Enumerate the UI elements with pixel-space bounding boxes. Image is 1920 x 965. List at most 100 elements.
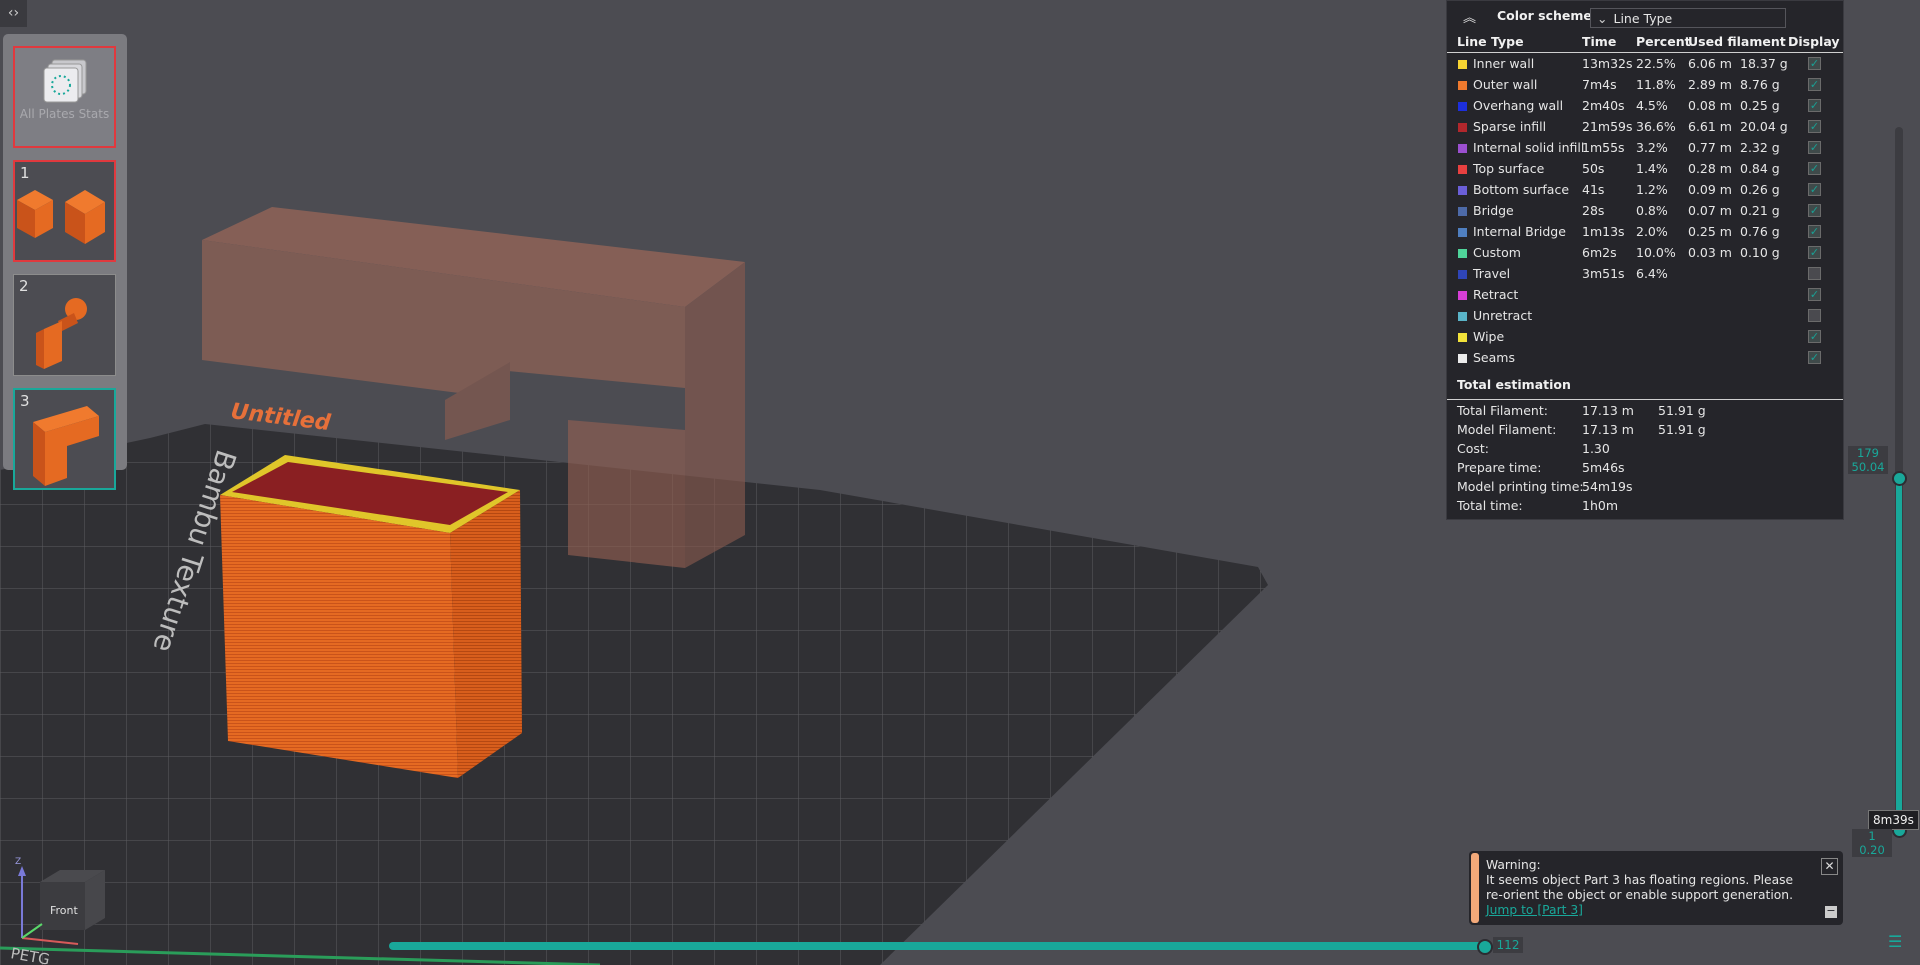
line-type-swatch xyxy=(1458,228,1467,237)
divider xyxy=(1447,399,1843,400)
line-type-swatch xyxy=(1458,312,1467,321)
display-checkbox[interactable]: ✓ xyxy=(1808,351,1821,364)
legend-panel: ︽ Color scheme ⌄ Line Type Line Type Time… xyxy=(1446,0,1844,520)
line-type-name: Retract xyxy=(1473,287,1519,302)
warning-text: Warning: It seems object Part 3 has floa… xyxy=(1486,858,1806,918)
line-type-time: 6m2s xyxy=(1582,245,1617,260)
line-type-name: Custom xyxy=(1473,245,1521,260)
total-estimation-title: Total estimation xyxy=(1457,377,1571,392)
line-type-time: 2m40s xyxy=(1582,98,1625,113)
line-type-grams: 0.25 g xyxy=(1740,98,1780,113)
close-icon[interactable]: ✕ xyxy=(1821,858,1838,875)
line-type-name: Unretract xyxy=(1473,308,1533,323)
total-value: 17.13 m xyxy=(1582,403,1634,418)
collapse-legend-icon[interactable]: ︽ xyxy=(1463,7,1476,26)
total-value: 54m19s xyxy=(1582,479,1633,494)
display-checkbox[interactable]: ✓ xyxy=(1808,204,1821,217)
layers-icon[interactable]: ☰ xyxy=(1888,932,1902,951)
color-scheme-value: Line Type xyxy=(1613,11,1673,26)
minimize-icon[interactable]: − xyxy=(1825,905,1837,918)
display-checkbox[interactable]: ✓ xyxy=(1808,246,1821,259)
line-type-name: Bridge xyxy=(1473,203,1514,218)
line-type-grams: 0.26 g xyxy=(1740,182,1780,197)
warning-accent-bar xyxy=(1471,853,1479,923)
line-type-percent: 11.8% xyxy=(1636,77,1676,92)
line-type-name: Wipe xyxy=(1473,329,1505,344)
legend-row: Travel 3m51s 6.4% ✓ xyxy=(1447,264,1843,285)
line-type-grams: 0.76 g xyxy=(1740,224,1780,239)
line-type-time: 50s xyxy=(1582,161,1605,176)
display-checkbox[interactable]: ✓ xyxy=(1808,120,1821,133)
display-checkbox[interactable]: ✓ xyxy=(1808,162,1821,175)
line-type-grams: 2.32 g xyxy=(1740,140,1780,155)
plate-2[interactable]: 2 xyxy=(13,274,116,376)
display-checkbox[interactable]: ✓ xyxy=(1808,225,1821,238)
legend-row: Internal Bridge 1m13s 2.0% 0.25 m 0.76 g ✓ xyxy=(1447,222,1843,243)
line-type-time: 13m32s xyxy=(1582,56,1633,71)
col-time: Time xyxy=(1582,34,1617,49)
line-type-time: 1m13s xyxy=(1582,224,1625,239)
printed-object[interactable] xyxy=(220,455,522,778)
line-type-meters: 6.06 m xyxy=(1688,56,1732,71)
legend-header: ︽ Color scheme ⌄ Line Type xyxy=(1447,1,1843,32)
plate-1[interactable]: 1 xyxy=(13,160,116,262)
plate-3[interactable]: 3 xyxy=(13,388,116,490)
display-checkbox[interactable]: ✓ xyxy=(1808,183,1821,196)
line-type-grams: 18.37 g xyxy=(1740,56,1788,71)
legend-row: Sparse infill 21m59s 36.6% 6.61 m 20.04 g ✓ xyxy=(1447,117,1843,138)
line-type-time: 3m51s xyxy=(1582,266,1625,281)
total-label: Model Filament: xyxy=(1457,422,1557,437)
axis-z-label: Z xyxy=(15,857,21,867)
display-checkbox[interactable]: ✓ xyxy=(1808,57,1821,70)
line-type-grams: 20.04 g xyxy=(1740,119,1788,134)
line-type-percent: 2.0% xyxy=(1636,224,1668,239)
display-checkbox[interactable]: ✓ xyxy=(1808,288,1821,301)
color-scheme-select[interactable]: ⌄ Line Type xyxy=(1590,8,1786,28)
line-type-name: Bottom surface xyxy=(1473,182,1570,197)
bottom-layer-label: 1 0.20 xyxy=(1852,829,1892,857)
layer-slider-top-handle[interactable] xyxy=(1892,471,1907,486)
line-type-meters: 0.03 m xyxy=(1688,245,1732,260)
line-type-grams: 0.84 g xyxy=(1740,161,1780,176)
collapse-sidebar-button[interactable]: ‹› xyxy=(0,0,27,27)
plates-stack-icon xyxy=(43,59,87,103)
line-type-name: Sparse infill xyxy=(1473,119,1547,134)
total-row: Model Filament: 17.13 m 51.91 g xyxy=(1447,420,1843,439)
warning-notification: Warning: It seems object Part 3 has floa… xyxy=(1469,851,1843,925)
line-type-time: 7m4s xyxy=(1582,77,1617,92)
two-cubes-icon xyxy=(17,190,105,244)
line-type-percent: 1.4% xyxy=(1636,161,1668,176)
line-type-grams: 0.10 g xyxy=(1740,245,1780,260)
warning-title: Warning: xyxy=(1486,858,1541,872)
col-line-type: Line Type xyxy=(1457,34,1524,49)
plate-list: All Plates Stats 1 2 3 xyxy=(3,34,127,490)
display-checkbox[interactable]: ✓ xyxy=(1808,141,1821,154)
jump-to-part-link[interactable]: Jump to [Part 3] xyxy=(1486,903,1583,917)
line-type-meters: 0.09 m xyxy=(1688,182,1732,197)
display-checkbox[interactable]: ✓ xyxy=(1808,309,1821,322)
line-type-swatch xyxy=(1458,291,1467,300)
display-checkbox[interactable]: ✓ xyxy=(1808,99,1821,112)
legend-row: Seams ✓ xyxy=(1447,348,1843,369)
line-type-time: 41s xyxy=(1582,182,1605,197)
axis-gizmo: Z xyxy=(15,857,79,945)
display-checkbox[interactable]: ✓ xyxy=(1808,330,1821,343)
total-row: Total Filament: 17.13 m 51.91 g xyxy=(1447,401,1843,420)
all-plates-stats-button[interactable]: All Plates Stats xyxy=(13,46,116,148)
total-label: Total time: xyxy=(1457,498,1523,513)
line-type-time: 21m59s xyxy=(1582,119,1633,134)
display-checkbox[interactable]: ✓ xyxy=(1808,78,1821,91)
total-value: 17.13 m xyxy=(1582,422,1634,437)
total-label: Model printing time: xyxy=(1457,479,1584,494)
display-checkbox[interactable]: ✓ xyxy=(1808,267,1821,280)
line-type-swatch xyxy=(1458,333,1467,342)
line-type-swatch xyxy=(1458,249,1467,258)
line-type-swatch xyxy=(1458,123,1467,132)
legend-row: Outer wall 7m4s 11.8% 2.89 m 8.76 g ✓ xyxy=(1447,75,1843,96)
line-type-name: Overhang wall xyxy=(1473,98,1564,113)
legend-row: Custom 6m2s 10.0% 0.03 m 0.10 g ✓ xyxy=(1447,243,1843,264)
move-slider-track[interactable] xyxy=(389,942,1489,950)
line-type-swatch xyxy=(1458,144,1467,153)
move-slider-handle[interactable] xyxy=(1477,939,1493,955)
legend-row: Top surface 50s 1.4% 0.28 m 0.84 g ✓ xyxy=(1447,159,1843,180)
